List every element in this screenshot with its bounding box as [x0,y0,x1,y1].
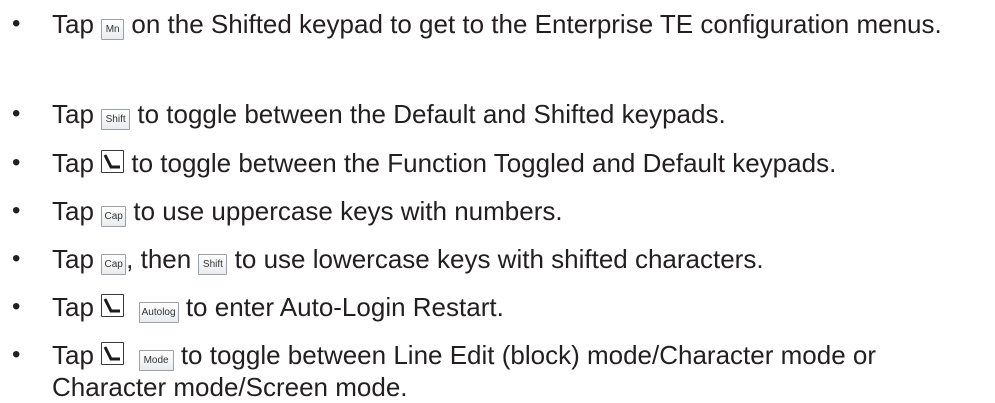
item-text-before: Tap [52,340,102,370]
function-toggle-icon [101,150,125,173]
item-text-middle: , then [126,244,199,274]
list-item: • Tap Shift to toggle between the Defaul… [0,98,972,130]
bullet: • [12,10,21,37]
shift-key-icon: Shift [101,109,131,130]
list-item: • Tap Mn on the Shifted keypad to get to… [0,8,972,40]
item-text-after: to toggle between the Default and Shifte… [130,99,726,129]
item-text-before: Tap [52,196,102,226]
item-text-before: Tap [52,9,102,39]
mode-key-icon: Mode [138,350,174,371]
bullet: • [12,197,21,224]
list-item: • Tap Autolog to enter Auto-Login Restar… [0,291,972,323]
bullet: • [12,245,21,272]
list-item: • Tap Cap, then Shift to use lowercase k… [0,243,972,275]
shift-key-icon: Shift [198,254,228,275]
cap-key-icon: Cap [101,254,127,275]
item-text-after: to use uppercase keys with numbers. [126,196,563,226]
list-item: • Tap to toggle between the Function Tog… [0,147,972,179]
item-text-after: to enter Auto-Login Restart. [178,292,504,322]
item-text-before: Tap [52,99,102,129]
list-item: • Tap Mode to toggle between Line Edit (… [0,339,972,403]
item-text-before: Tap [52,292,102,322]
bullet: • [12,100,21,127]
item-text-after: to toggle between Line Edit (block) mode… [52,340,876,402]
item-text-after: on the Shifted keypad to get to the Ente… [124,9,942,39]
bullet: • [12,293,21,320]
item-text-before: Tap [52,148,102,178]
function-toggle-icon [101,294,125,317]
item-text-before: Tap [52,244,102,274]
bullet: • [12,341,21,368]
list-item: • Tap Cap to use uppercase keys with num… [0,195,972,227]
autolog-key-icon: Autolog [138,302,179,323]
cap-key-icon: Cap [101,206,127,227]
item-text-after: to toggle between the Function Toggled a… [124,148,837,178]
item-text-after: to use lowercase keys with shifted chara… [227,244,764,274]
function-toggle-icon [101,342,125,365]
bullet: • [12,149,21,176]
mn-key-icon: Mn [101,19,125,40]
